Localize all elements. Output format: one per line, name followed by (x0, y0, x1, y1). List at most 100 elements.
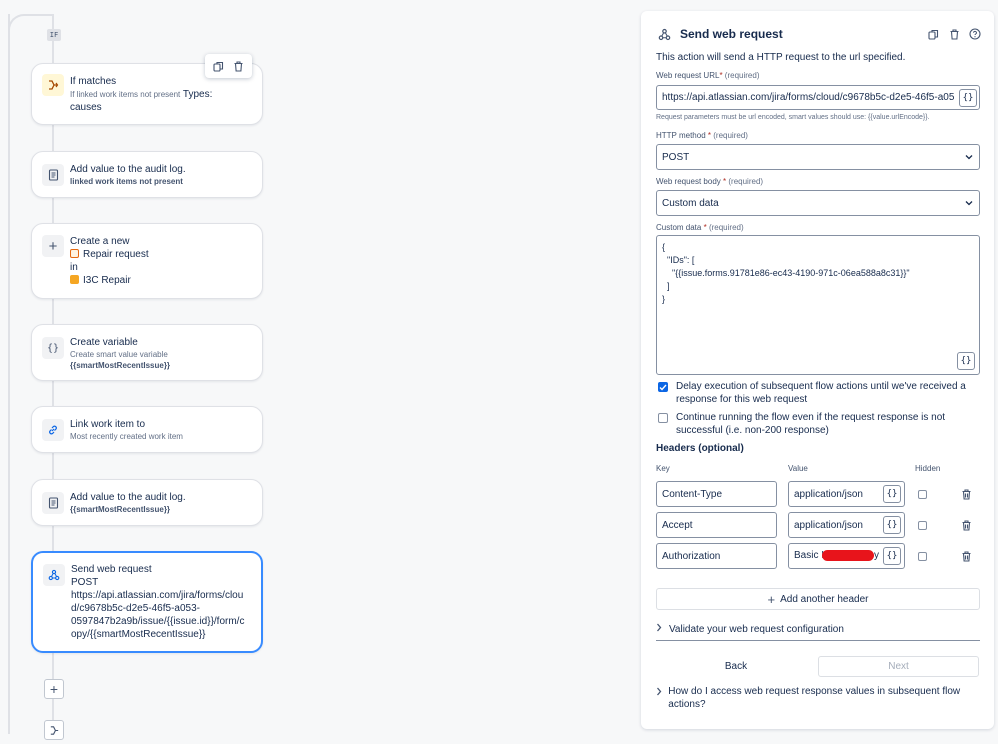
delay-checkbox[interactable] (658, 382, 668, 392)
header-key-input[interactable]: Accept (656, 512, 777, 538)
back-button[interactable]: Back (656, 656, 816, 677)
delay-label: Delay execution of subsequent flow actio… (676, 381, 966, 405)
document-icon (42, 164, 64, 186)
trash-icon[interactable] (947, 27, 961, 41)
panel-description: This action will send a HTTP request to … (656, 52, 906, 63)
panel-title: Send web request (680, 27, 783, 41)
project-label: I3C Repair (83, 275, 131, 286)
header-value-input[interactable]: Basic I y {} (788, 543, 905, 569)
duplicate-icon[interactable] (212, 59, 226, 73)
card-url-line: opy/{{smartMostRecentIssue}} (71, 629, 206, 640)
chevron-down-icon (964, 153, 974, 162)
smart-value-button[interactable]: {} (883, 516, 901, 534)
header-hidden-checkbox[interactable] (918, 521, 927, 530)
header-value-input[interactable]: application/json {} (788, 512, 905, 538)
webhook-icon (656, 26, 672, 42)
create-issue-card[interactable]: + Create a new Repair request in I3C Rep… (31, 223, 263, 299)
smart-value-button[interactable]: {} (883, 547, 901, 565)
custom-data-textarea[interactable]: { "IDs": [ "{{issue.forms.91781e86-ec43-… (656, 235, 980, 375)
audit-log-card-2[interactable]: Add value to the audit log. {{smartMostR… (31, 479, 263, 526)
smart-value-button[interactable]: {} (883, 485, 901, 503)
headers-title: Headers (optional) (656, 443, 744, 454)
chevron-right-icon (656, 687, 665, 700)
add-branch-button[interactable] (44, 720, 64, 740)
body-value: Custom data (662, 197, 719, 209)
url-input[interactable]: https://api.atlassian.com/jira/forms/clo… (656, 85, 980, 110)
flow-connector-left (8, 14, 10, 734)
continue-option: Continue running the flow even if the re… (658, 411, 958, 437)
next-button[interactable]: Next (818, 656, 979, 677)
continue-checkbox[interactable] (658, 413, 668, 423)
header-value: Basic I (794, 550, 825, 562)
body-label-text: Web request body (656, 177, 721, 186)
audit-log-card-1[interactable]: Add value to the audit log. linked work … (31, 151, 263, 198)
header-key-input[interactable]: Authorization (656, 543, 777, 569)
card-title: Link work item to (70, 419, 146, 430)
header-value: application/json (794, 488, 863, 500)
card-url-line: https://api.atlassian.com/jira/forms/clo… (71, 590, 244, 601)
add-header-label: Add another header (780, 593, 869, 605)
smart-value-button[interactable]: {} (959, 88, 977, 107)
faq-expander[interactable]: How do I access web request response val… (656, 685, 976, 711)
project-icon (70, 275, 79, 284)
url-label-text: Web request URL (656, 71, 720, 80)
create-variable-card[interactable]: {} Create variable Create smart value va… (31, 324, 263, 381)
header-key-input[interactable]: Content-Type (656, 481, 777, 507)
required-text: (required) (724, 71, 760, 80)
card-title: Send web request (71, 564, 152, 575)
method-select[interactable]: POST (656, 144, 980, 170)
header-value-input[interactable]: application/json {} (788, 481, 905, 507)
card-variable-name: {{smartMostRecentIssue}} (70, 361, 171, 370)
card-in-label: in (70, 262, 78, 273)
duplicate-icon[interactable] (926, 27, 940, 41)
code-line: } (662, 294, 666, 304)
add-header-button[interactable]: + Add another header (656, 588, 980, 610)
code-line: "{{issue.forms.91781e86-ec43-4190-971c-0… (662, 268, 910, 278)
card-title: Add value to the audit log. (70, 492, 186, 503)
plus-icon: + (42, 235, 64, 257)
body-select[interactable]: Custom data (656, 190, 980, 216)
faq-label: How do I access web request response val… (668, 686, 961, 710)
braces-icon: {} (42, 337, 64, 359)
trash-icon[interactable] (960, 488, 972, 500)
required-asterisk: * (703, 223, 707, 232)
custom-data-label: Custom data * (required) (656, 223, 744, 232)
method-label-text: HTTP method (656, 131, 706, 140)
column-key: Key (656, 464, 670, 473)
webhook-icon (43, 564, 65, 586)
trash-icon[interactable] (960, 519, 972, 531)
url-value: https://api.atlassian.com/jira/forms/clo… (662, 92, 955, 103)
smart-value-button[interactable]: {} (957, 352, 975, 370)
header-hidden-checkbox[interactable] (918, 490, 927, 499)
code-line: ] (662, 281, 670, 291)
validate-expander[interactable]: Validate your web request configuration (656, 623, 844, 636)
trash-icon[interactable] (231, 59, 245, 73)
custom-data-label-text: Custom data (656, 223, 702, 232)
required-asterisk: * (719, 71, 723, 80)
add-step-button[interactable]: + (44, 679, 64, 699)
card-method: POST (71, 577, 99, 588)
required-text: (required) (713, 131, 748, 140)
card-types-value: causes (70, 102, 102, 113)
if-badge: IF (47, 29, 61, 41)
required-asterisk: * (723, 177, 727, 186)
trash-icon[interactable] (960, 550, 972, 562)
header-hidden-checkbox[interactable] (918, 552, 927, 561)
column-hidden: Hidden (915, 464, 941, 473)
card-subtitle: Create smart value variable (70, 350, 168, 359)
panel-header: Send web request (656, 25, 982, 43)
required-text: (required) (728, 177, 764, 186)
validate-label: Validate your web request configuration (669, 624, 844, 635)
code-line: { (662, 242, 666, 252)
url-hint: Request parameters must be url encoded, … (656, 114, 930, 121)
divider (656, 640, 980, 641)
plus-icon: + (767, 591, 776, 607)
card-subtitle: If linked work items not present (70, 90, 181, 99)
header-value: application/json (794, 519, 863, 531)
send-web-request-card[interactable]: Send web request POST https://api.atlass… (31, 551, 263, 653)
method-label: HTTP method * (required) (656, 131, 748, 140)
link-work-item-card[interactable]: Link work item to Most recently created … (31, 406, 263, 453)
body-label: Web request body * (required) (656, 177, 763, 186)
help-icon[interactable] (968, 27, 982, 41)
code-line: "IDs": [ (662, 255, 695, 265)
